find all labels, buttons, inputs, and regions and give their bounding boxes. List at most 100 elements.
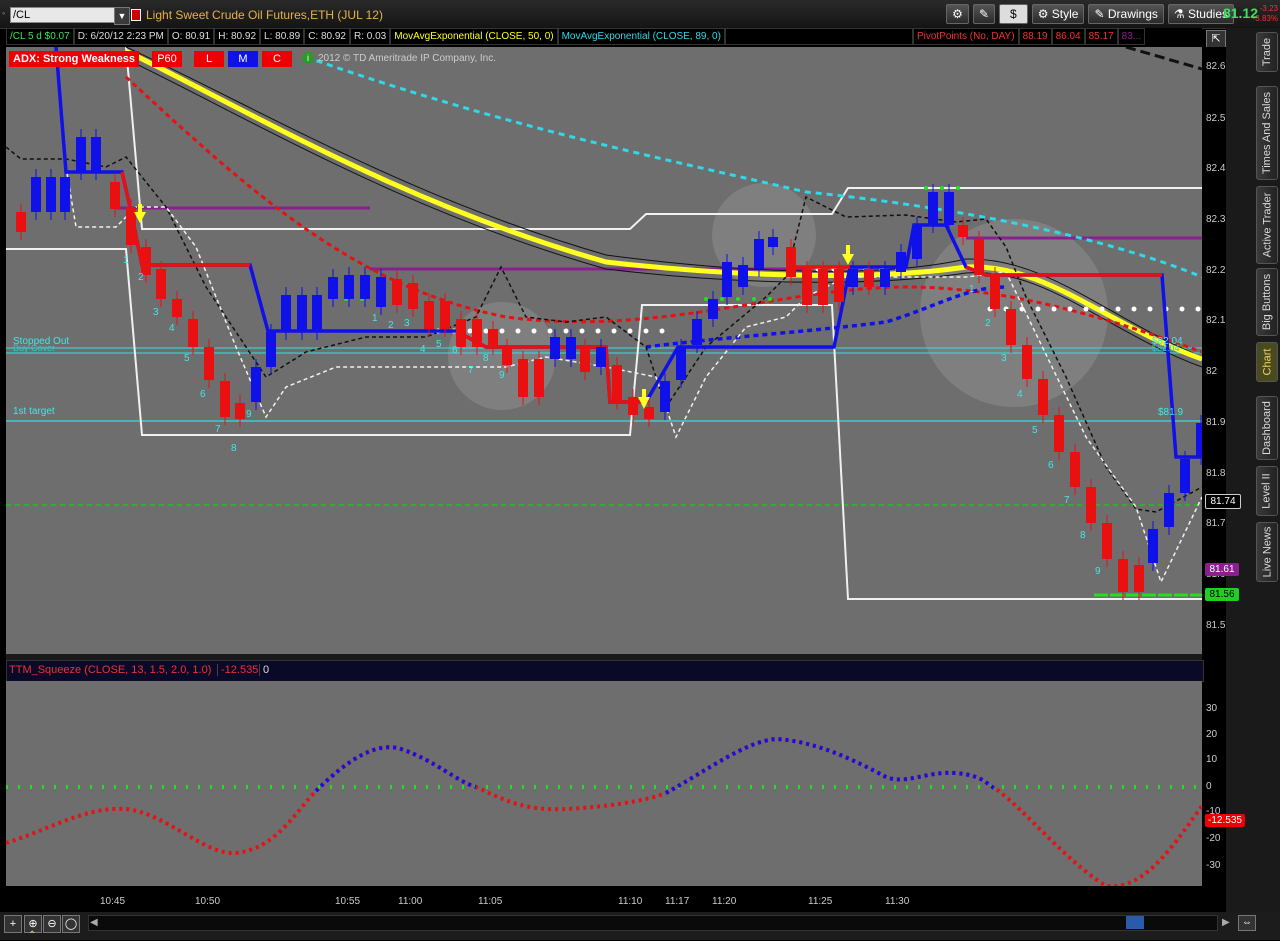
flag-icon[interactable]	[131, 9, 141, 21]
price-axis-label: 82.6	[1206, 61, 1226, 72]
drawings-button[interactable]: ✎ Drawings	[1088, 4, 1164, 24]
ttm-axis-label: -30	[1206, 860, 1221, 871]
tab-level-ii[interactable]: Level II	[1256, 466, 1278, 516]
scroll-thumb[interactable]	[1126, 916, 1144, 929]
price-chart[interactable]	[6, 47, 1202, 654]
info-spacer	[724, 28, 913, 45]
time-axis-label: 11:17	[665, 896, 690, 907]
sequence-count: 5	[1032, 425, 1038, 436]
sequence-count: 8	[231, 443, 237, 454]
price-axis-label: 82.1	[1206, 315, 1226, 326]
ttm-axis-label: 20	[1206, 729, 1218, 740]
pivot-value-3: 85.17	[1084, 28, 1118, 45]
zoom-out-icon[interactable]: ⊖	[43, 915, 61, 933]
time-axis-label: 10:55	[335, 896, 361, 907]
tab-chart[interactable]: Chart	[1256, 342, 1278, 382]
buy-cover-label: Buy Cover	[13, 343, 56, 353]
ttm-axis-label: 30	[1206, 703, 1218, 714]
sequence-count: 6	[1048, 460, 1054, 471]
ema50-label[interactable]: MovAvgExponential (CLOSE, 50, 0)	[390, 28, 558, 45]
current-price-badge: 81.74	[1205, 494, 1241, 509]
drawings-label: Drawings	[1107, 7, 1158, 21]
copyright-text: 2012 © TD Ameritrade IP Company, Inc.	[318, 53, 497, 64]
ttm-squeeze-svg[interactable]	[6, 681, 1202, 886]
first-target-label: 1st target	[13, 406, 55, 417]
sequence-count: 2	[985, 318, 991, 329]
ttm-red-line	[6, 736, 1202, 886]
price-axis-label: 81.5	[1206, 620, 1226, 631]
dollar-button[interactable]: $	[999, 4, 1028, 24]
right-target-label: $81.9	[1158, 407, 1184, 418]
ttm-value: -12.535	[217, 664, 258, 676]
symbol-input[interactable]	[10, 7, 122, 23]
price-axis-label: 82	[1206, 366, 1218, 377]
ttm-value-badge: -12.535	[1205, 814, 1245, 827]
pivot-price-badge: 81.61	[1205, 563, 1239, 576]
ttm-label[interactable]: TTM_Squeeze (CLOSE, 13, 1.5, 2.0, 1.0)	[9, 664, 211, 676]
adx-label[interactable]: ADX: Strong Weakness	[9, 51, 140, 67]
bar-close: C: 80.92	[304, 28, 350, 45]
price-axis-label: 81.8	[1206, 468, 1226, 479]
adx-c-button[interactable]: C	[262, 51, 292, 67]
tab-times-and-sales[interactable]: Times And Sales	[1256, 86, 1278, 180]
sequence-count: 5	[184, 353, 190, 364]
sequence-count: 4	[1017, 389, 1023, 400]
symbol-dropdown-icon[interactable]: ▼	[114, 7, 130, 25]
tab-times-label: Times And Sales	[1261, 91, 1274, 175]
sequence-count: 7	[215, 424, 221, 435]
lower-study-header: TTM_Squeeze (CLOSE, 13, 1.5, 2.0, 1.0) -…	[6, 660, 1204, 682]
settings-icon[interactable]: ⚙	[946, 4, 969, 24]
horizontal-scrollbar[interactable]	[88, 915, 1218, 931]
tab-big-label: Big Buttons	[1261, 273, 1274, 331]
price-axis-label: 81.7	[1206, 518, 1226, 529]
fit-icon[interactable]: ◯	[62, 915, 80, 933]
style-icon: ⚙	[1037, 7, 1052, 21]
adx-p60-button[interactable]: P60	[152, 51, 182, 67]
ttm-squeeze-chart[interactable]	[6, 681, 1202, 886]
adx-l-button[interactable]: L	[194, 51, 224, 67]
sequence-count: 5	[436, 339, 442, 350]
pivot-value-2: 86.04	[1051, 28, 1085, 45]
bar-range: R: 0.03	[350, 28, 391, 45]
time-axis-label: 11:10	[618, 896, 643, 907]
ttm-axis-label: 10	[1206, 754, 1218, 765]
sequence-count: 6	[452, 345, 458, 356]
sequence-count: 6	[200, 389, 206, 400]
time-axis[interactable]	[6, 886, 1202, 912]
tab-trade[interactable]: Trade	[1256, 32, 1278, 72]
sequence-count: 3	[404, 318, 410, 329]
tab-live-news[interactable]: Live News	[1256, 522, 1278, 582]
percent-change: -3.83%	[1252, 14, 1278, 23]
tab-big-buttons[interactable]: Big Buttons	[1256, 268, 1278, 336]
adx-m-button[interactable]: M	[228, 51, 258, 67]
chevron-up-icon[interactable]: ⌃	[28, 930, 36, 941]
price-chart-svg[interactable]	[6, 47, 1202, 654]
scroll-left-icon[interactable]: ◀	[90, 917, 98, 928]
bar-open: O: 80.91	[167, 28, 215, 45]
sequence-count: 8	[1080, 530, 1086, 541]
sequence-count: 9	[499, 370, 505, 381]
bar-date: D: 6/20/12 2:23 PM	[73, 28, 168, 45]
info-icon[interactable]: i	[302, 52, 314, 64]
ema89-label[interactable]: MovAvgExponential (CLOSE, 89, 0)	[557, 28, 725, 45]
ttm-blue-line	[665, 736, 997, 795]
pivot-label[interactable]: PivotPoints (No, DAY)	[912, 28, 1019, 45]
expand-icon[interactable]: ⇔	[1238, 915, 1256, 931]
time-axis-label: 11:05	[478, 896, 503, 907]
link-icon[interactable]: ◦	[2, 8, 5, 18]
pivot-value-1: 88.19	[1018, 28, 1052, 45]
time-axis-label: 11:00	[398, 896, 423, 907]
chart-tools: ⚙ ✎ $ ⚙ Style ✎ Drawings ⚗ Studies	[946, 4, 1234, 24]
wrench-icon[interactable]: ✎	[972, 4, 995, 24]
crosshair-icon[interactable]: +	[4, 915, 22, 933]
style-button[interactable]: ⚙ Style	[1031, 4, 1085, 24]
tab-news-label: Live News	[1261, 526, 1273, 578]
tab-active-trader[interactable]: Active Trader	[1256, 186, 1278, 264]
study-info-bar: /CL 5 d $0.07 D: 6/20/12 2:23 PM O: 80.9…	[6, 28, 1202, 45]
price-axis-label: 82.3	[1206, 214, 1226, 225]
collapse-icon[interactable]: ⇱	[1206, 30, 1226, 48]
time-axis-label: 11:20	[712, 896, 737, 907]
time-axis-label: 11:25	[808, 896, 833, 907]
tab-dashboard[interactable]: Dashboard	[1256, 396, 1278, 460]
scroll-right-icon[interactable]: ▶	[1222, 917, 1230, 928]
